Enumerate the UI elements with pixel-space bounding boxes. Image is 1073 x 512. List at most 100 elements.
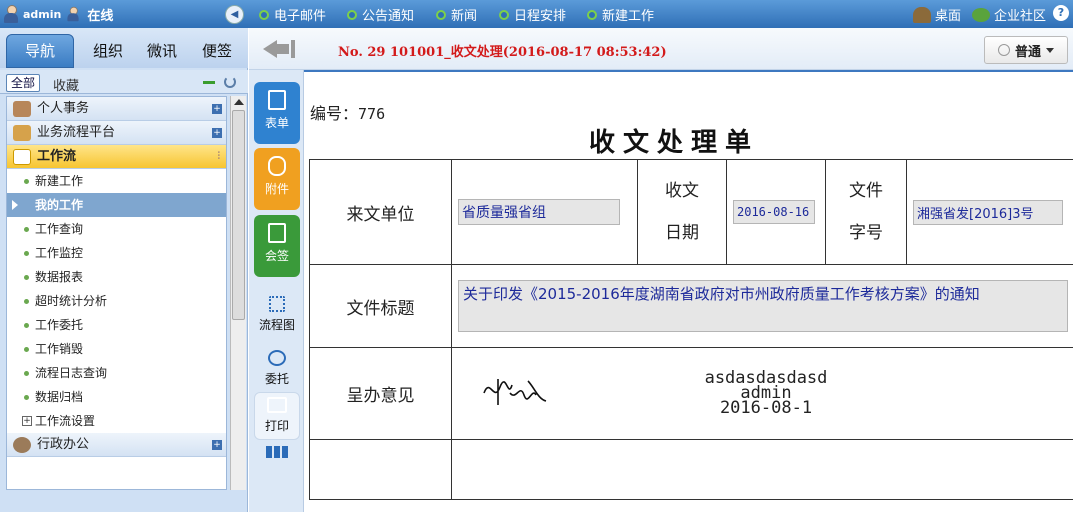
recv-date-label-line2: 日期 — [665, 223, 699, 243]
bullet-icon — [24, 251, 29, 256]
menu-group-personal[interactable]: 个人事务 + — [7, 97, 226, 121]
menu-item-monitor[interactable]: 工作监控 — [7, 241, 226, 265]
menu-group-workflow[interactable]: 工作流 ⫶ — [7, 145, 226, 169]
user-avatar-icon — [3, 5, 19, 23]
menu-item-my-work[interactable]: 我的工作 — [7, 193, 226, 217]
action-label: 打印 — [264, 419, 289, 433]
printer-icon — [267, 397, 287, 413]
label-from-unit: 来文单位 — [309, 159, 452, 265]
recv-date-field[interactable]: 2016-08-16 — [733, 200, 815, 224]
bullet-icon — [587, 9, 597, 20]
nav-link-notice[interactable]: 公告通知 — [347, 5, 414, 24]
receipt-form-table: 来文单位 省质量强省组 收文 日期 2016-08-16 文件 字号 湘强省发[20… — [309, 159, 1073, 500]
collapse-all-icon[interactable] — [203, 81, 215, 84]
menu-group-admin-office[interactable]: 行政办公 + — [7, 433, 226, 457]
sidebar: 导航 组织 微讯 便签 全部 收藏 个人事务 + 业务流程平台 + 工作流 ⫶ 新建工… — [0, 28, 248, 512]
document-title: No. 29 101001_收文处理(2016-08-17 08:53:42) — [338, 45, 667, 60]
cell-next-row — [451, 439, 1073, 500]
item-label: 超时统计分析 — [35, 294, 108, 308]
nav-link-label: 新建工作 — [602, 9, 655, 24]
serial-number-label: 编号： — [310, 104, 359, 123]
cell-recv-date: 2016-08-16 — [726, 159, 826, 265]
tab-notes[interactable]: 便签 — [185, 36, 249, 66]
item-label: 新建工作 — [35, 174, 84, 188]
serial-number: 编号：776 — [310, 100, 385, 124]
online-status[interactable]: 在线 — [87, 5, 113, 24]
help-button[interactable]: ? — [1053, 5, 1069, 21]
admin-office-icon — [13, 437, 31, 453]
handwritten-signature — [483, 379, 547, 405]
filter-favorites-button[interactable]: 收藏 — [53, 75, 79, 94]
scroll-thumb[interactable] — [232, 110, 245, 320]
bullet-icon — [24, 299, 29, 304]
menu-item-delegate[interactable]: 工作委托 — [7, 313, 226, 337]
label-opinion: 呈办意见 — [309, 347, 452, 440]
view-mode-dropdown[interactable]: 普通 — [984, 36, 1068, 64]
countersign-button[interactable]: 会签 — [254, 215, 300, 277]
group-label: 工作流 — [37, 149, 77, 164]
bullet-icon — [436, 9, 446, 20]
app-window: admin 在线 ◀ 电子邮件 公告通知 新闻 日程安排 新建工作 桌面 企业社… — [0, 0, 1073, 512]
nav-link-email[interactable]: 电子邮件 — [259, 5, 326, 24]
bullet-icon — [24, 347, 29, 352]
nav-link-news[interactable]: 新闻 — [436, 5, 477, 24]
menu-item-destroy[interactable]: 工作销毁 — [7, 337, 226, 361]
delegate-button[interactable]: 委托 — [254, 342, 300, 390]
action-label: 表单 — [264, 116, 289, 130]
nav-link-new-work[interactable]: 新建工作 — [587, 5, 654, 24]
filter-all-button[interactable]: 全部 — [6, 74, 41, 92]
print-button[interactable]: 打印 — [254, 392, 300, 440]
label-file-title: 文件标题 — [309, 264, 452, 348]
label-recv-date: 收文 日期 — [637, 159, 727, 265]
menu-item-workflow-settings[interactable]: + 工作流设置 — [7, 409, 226, 433]
menu-item-new-work[interactable]: 新建工作 — [7, 169, 226, 193]
item-label: 数据归档 — [35, 390, 84, 404]
attachment-button[interactable]: 附件 — [254, 148, 300, 210]
scroll-up-icon[interactable] — [234, 99, 244, 105]
form-content: 编号：776 收文处理单 来文单位 省质量强省组 收文 日期 2016-08-16… — [304, 70, 1073, 512]
expand-icon: + — [212, 128, 222, 138]
tab-nav[interactable]: 导航 — [6, 34, 74, 68]
expand-plus-icon: + — [22, 416, 32, 426]
bullet-icon — [24, 227, 29, 232]
menu-item-query[interactable]: 工作查询 — [7, 217, 226, 241]
bpm-icon — [13, 125, 31, 141]
community-link[interactable]: 企业社区 — [972, 5, 1046, 24]
group-label: 个人事务 — [37, 101, 90, 116]
nav-link-schedule[interactable]: 日程安排 — [499, 5, 566, 24]
from-unit-field[interactable]: 省质量强省组 — [458, 199, 620, 225]
community-label: 企业社区 — [994, 9, 1047, 24]
opinion-date: 2016-08-1 — [719, 398, 813, 418]
refresh-icon[interactable] — [224, 76, 236, 88]
chevron-down-icon — [1046, 47, 1054, 53]
personal-icon — [13, 101, 31, 117]
collapse-sidebar-button[interactable]: ◀ — [225, 5, 244, 24]
mode-label: 普通 — [1014, 44, 1041, 60]
sidebar-scrollbar[interactable] — [230, 96, 246, 490]
desktop-link[interactable]: 桌面 — [913, 5, 961, 24]
item-label: 工作委托 — [35, 318, 84, 332]
collapse-arrow-icon: ⫶ — [217, 151, 221, 162]
back-icon[interactable] — [263, 40, 295, 58]
recv-date-label-line1: 收文 — [665, 181, 699, 201]
menu-item-timeout-stats[interactable]: 超时统计分析 — [7, 289, 226, 313]
menu-group-bpm[interactable]: 业务流程平台 + — [7, 121, 226, 145]
form-button[interactable]: 表单 — [254, 82, 300, 144]
user-info[interactable]: admin 在线 — [3, 4, 113, 24]
menu-item-archive[interactable]: 数据归档 — [7, 385, 226, 409]
grid-icon — [266, 446, 288, 458]
more-apps-button[interactable] — [254, 446, 300, 464]
group-label: 业务流程平台 — [37, 125, 116, 140]
cell-file-title: 关于印发《2015-2016年度湖南省政府对市州政府质量工作考核方案》的通知 — [451, 264, 1073, 348]
menu-item-reports[interactable]: 数据报表 — [7, 265, 226, 289]
action-label: 流程图 — [258, 318, 295, 332]
flowchart-button[interactable]: 流程图 — [254, 288, 300, 340]
group-label: 行政办公 — [37, 437, 90, 452]
cell-doc-no: 湘强省发[2016]3号 — [906, 159, 1073, 265]
item-label: 工作销毁 — [35, 342, 84, 356]
file-title-field[interactable]: 关于印发《2015-2016年度湖南省政府对市州政府质量工作考核方案》的通知 — [458, 280, 1068, 332]
document-toolbar: No. 29 101001_收文处理(2016-08-17 08:53:42) … — [249, 28, 1073, 70]
nav-link-label: 电子邮件 — [274, 9, 327, 24]
doc-no-field[interactable]: 湘强省发[2016]3号 — [913, 199, 1063, 225]
menu-item-flow-log[interactable]: 流程日志查询 — [7, 361, 226, 385]
